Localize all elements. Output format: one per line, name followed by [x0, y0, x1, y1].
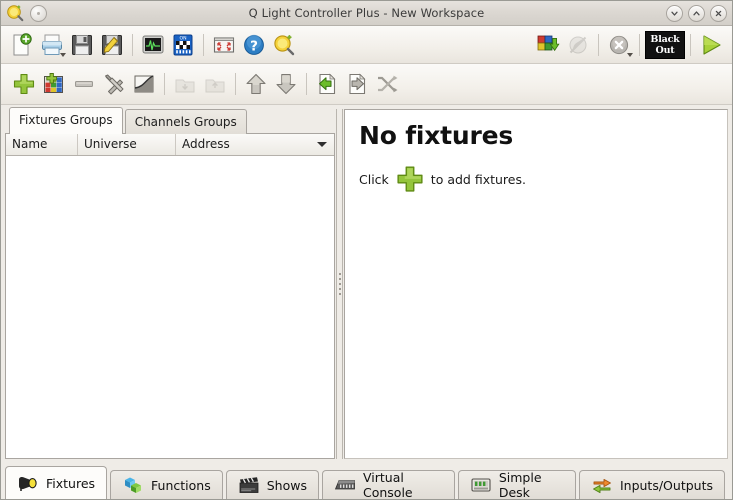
fixture-detail-panel: No fixtures Click to add fixtures. — [344, 109, 728, 459]
faders-icon — [470, 475, 492, 495]
tab-inputs-outputs-label: Inputs/Outputs — [619, 477, 713, 493]
add-fixtures-hint: Click to add fixtures. — [359, 164, 715, 194]
add-fixture-group-button — [170, 69, 200, 99]
column-header-address-label: Address — [182, 137, 230, 151]
tab-fixtures[interactable]: Fixtures — [5, 466, 108, 499]
group-tabstrip: Fixtures Groups Channels Groups — [5, 107, 335, 134]
fixture-fade-button[interactable] — [129, 69, 159, 99]
triangle-down-icon[interactable] — [317, 142, 327, 147]
fixture-list-body[interactable] — [6, 156, 334, 458]
save-workspace-button[interactable] — [67, 30, 97, 60]
blackout-label-line1: Black — [650, 33, 680, 45]
tab-fixtures-label: Fixtures — [46, 475, 96, 491]
fixtures-separator-3 — [306, 73, 307, 95]
fixtures-separator-1 — [164, 73, 165, 95]
fixture-list-header: Name Universe Address — [6, 134, 334, 156]
help-button[interactable]: ? — [239, 30, 269, 60]
maximize-button[interactable] — [688, 4, 705, 22]
qlcplus-logo-icon — [6, 4, 24, 22]
column-header-universe[interactable]: Universe — [78, 134, 176, 155]
tab-virtual-console[interactable]: Virtual Console — [321, 470, 455, 500]
dmx-monitor-button[interactable] — [138, 30, 168, 60]
add-rgb-panel-button[interactable] — [39, 69, 69, 99]
main-tabbar: Fixtures Functions Shows Virtual Console… — [1, 459, 732, 500]
tab-functions-label: Functions — [151, 477, 211, 493]
open-dropdown-caret[interactable] — [60, 52, 66, 57]
dump-dmx-button[interactable] — [533, 30, 563, 60]
fullscreen-button[interactable] — [209, 30, 239, 60]
move-up-button[interactable] — [241, 69, 271, 99]
column-header-name[interactable]: Name — [6, 134, 78, 155]
move-down-button[interactable] — [271, 69, 301, 99]
tab-fixtures-groups[interactable]: Fixtures Groups — [9, 107, 123, 134]
hint-text-after: to add fixtures. — [430, 171, 526, 187]
export-fixtures-button[interactable] — [342, 69, 372, 99]
toolbar-separator-2 — [203, 33, 204, 56]
title-bar: Q Light Controller Plus - New Workspace — [1, 1, 732, 26]
inout-arrows-icon — [591, 475, 613, 495]
hint-text-before: Click — [359, 171, 389, 187]
blackout-button[interactable]: Black Out — [645, 30, 685, 59]
new-workspace-button[interactable] — [7, 30, 37, 60]
fixture-properties-button[interactable] — [99, 69, 129, 99]
tab-channels-groups[interactable]: Channels Groups — [124, 109, 247, 134]
mixer-desk-icon — [334, 475, 356, 495]
tab-shows[interactable]: Shows — [225, 470, 319, 499]
remove-fixture-group-button — [200, 69, 230, 99]
toolbar-separator-3 — [598, 33, 599, 56]
tab-inputs-outputs[interactable]: Inputs/Outputs — [578, 470, 725, 499]
tab-shows-label: Shows — [266, 477, 307, 493]
qlcplus-main-window: Q Light Controller Plus - New Workspace — [0, 0, 733, 500]
minimize-button[interactable] — [666, 4, 683, 22]
toolbar-separator-5 — [690, 33, 691, 56]
fade-disabled-button[interactable] — [563, 30, 593, 60]
title-bar-left — [6, 4, 47, 22]
remap-fixtures-button[interactable] — [372, 69, 402, 99]
plus-green-icon — [395, 164, 425, 194]
main-toolbar: ON ? Black Out — [1, 26, 732, 64]
pane-splitter[interactable] — [335, 109, 344, 459]
splitter-handle-dots — [338, 273, 341, 295]
remove-fixture-button — [69, 69, 99, 99]
stop-all-button[interactable] — [604, 30, 634, 60]
fixtures-left-pane: Fixtures Groups Channels Groups Name Uni… — [5, 107, 335, 459]
page-title: No fixtures — [359, 121, 514, 150]
window-title: Q Light Controller Plus - New Workspace — [248, 6, 485, 20]
tab-functions[interactable]: Functions — [110, 470, 223, 499]
address-tool-button[interactable]: ON — [168, 30, 198, 60]
close-button[interactable] — [710, 4, 727, 22]
blackout-label-line2: Out — [655, 44, 675, 56]
tab-simple-desk-label: Simple Desk — [498, 470, 542, 500]
spotlight-icon — [17, 473, 39, 493]
fixtures-separator-2 — [235, 73, 236, 95]
toolbar-separator-1 — [132, 33, 133, 56]
operate-mode-button[interactable] — [696, 30, 726, 60]
window-controls — [666, 4, 727, 22]
svg-text:ON: ON — [179, 35, 186, 41]
about-button[interactable] — [269, 30, 299, 60]
fixtures-toolbar — [1, 64, 732, 105]
svg-text:?: ? — [250, 38, 258, 54]
open-workspace-button[interactable] — [37, 30, 67, 60]
fixture-list[interactable]: Name Universe Address — [5, 133, 335, 459]
clapperboard-icon — [238, 475, 260, 495]
stop-dropdown-caret[interactable] — [627, 52, 633, 57]
cubes-icon — [122, 475, 144, 495]
add-fixture-button[interactable] — [9, 69, 39, 99]
tab-simple-desk[interactable]: Simple Desk — [457, 470, 576, 500]
toolbar-separator-4 — [639, 33, 640, 56]
import-fixtures-button[interactable] — [312, 69, 342, 99]
window-menu-icon[interactable] — [30, 4, 47, 22]
tab-virtual-console-label: Virtual Console — [362, 470, 413, 500]
main-body: Fixtures Groups Channels Groups Name Uni… — [1, 105, 732, 459]
column-header-address[interactable]: Address — [176, 134, 334, 155]
save-as-workspace-button[interactable] — [97, 30, 127, 60]
